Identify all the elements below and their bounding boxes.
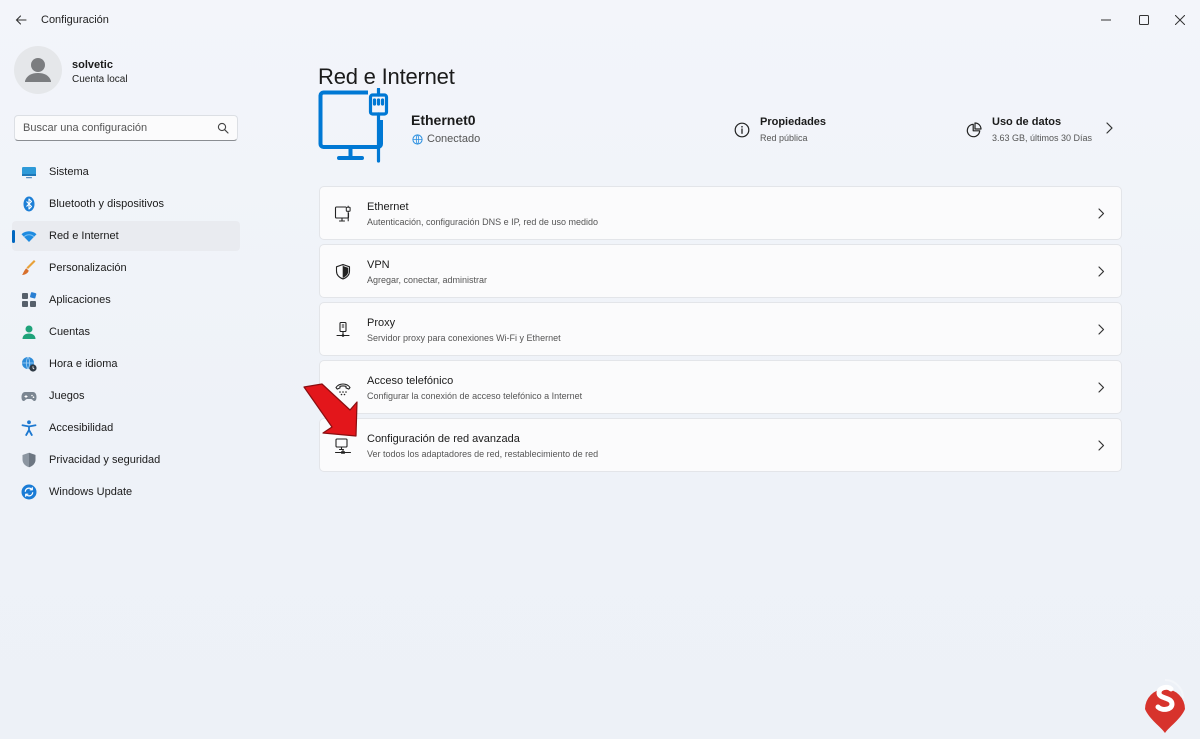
sidebar-item-label: Cuentas: [49, 326, 90, 338]
close-button[interactable]: [1160, 6, 1200, 34]
minimize-icon: [1101, 19, 1111, 21]
sidebar-item-label: Privacidad y seguridad: [49, 454, 161, 466]
chevron-right-icon: [1106, 122, 1113, 134]
sidebar-item-red-e-internet[interactable]: Red e Internet: [12, 221, 240, 251]
close-icon: [1175, 15, 1185, 25]
search-icon[interactable]: [217, 122, 229, 134]
sidebar-item-personalizacion[interactable]: Personalización: [12, 253, 240, 283]
globe-status-icon: [412, 134, 423, 145]
card-title: VPN: [367, 259, 390, 271]
person-icon: [22, 325, 36, 339]
sidebar-item-windows-update[interactable]: Windows Update: [12, 477, 240, 507]
data-usage-subtitle: 3.63 GB, últimos 30 Días: [992, 133, 1093, 143]
card-subtitle: Servidor proxy para conexiones Wi-Fi y E…: [367, 333, 561, 343]
card-title: Configuración de red avanzada: [367, 433, 520, 445]
card-vpn[interactable]: VPN Agregar, conectar, administrar: [319, 244, 1122, 298]
sidebar-item-cuentas[interactable]: Cuentas: [12, 317, 240, 347]
advanced-network-icon: [334, 438, 352, 454]
maximize-button[interactable]: [1124, 6, 1164, 34]
maximize-icon: [1139, 15, 1149, 25]
sidebar-item-label: Accesibilidad: [49, 422, 114, 434]
sidebar-item-label: Personalización: [49, 262, 127, 274]
sidebar-item-label: Hora e idioma: [49, 358, 118, 370]
sidebar-item-accesibilidad[interactable]: Accesibilidad: [12, 413, 240, 443]
search-input[interactable]: [23, 119, 213, 137]
card-subtitle: Ver todos los adaptadores de red, restab…: [367, 449, 599, 459]
chevron-right-icon: [1098, 440, 1105, 451]
accessibility-icon: [21, 420, 37, 436]
card-title: Ethernet: [367, 201, 409, 213]
card-title: Acceso telefónico: [367, 375, 454, 387]
brush-icon: [22, 260, 36, 275]
sidebar-item-bluetooth[interactable]: Bluetooth y dispositivos: [12, 189, 240, 219]
info-icon: [734, 122, 750, 138]
title-bar: Configuración: [0, 0, 1200, 40]
apps-icon: [22, 292, 37, 307]
data-usage-button[interactable]: Uso de datos 3.63 GB, últimos 30 Días: [966, 113, 1114, 153]
chevron-right-icon: [1098, 208, 1105, 219]
properties-subtitle: Red pública: [760, 133, 808, 143]
proxy-icon: [336, 321, 350, 337]
sidebar-item-juegos[interactable]: Juegos: [12, 381, 240, 411]
search-box[interactable]: [14, 115, 238, 141]
card-ethernet[interactable]: Ethernet Autenticación, configuración DN…: [319, 186, 1122, 240]
sidebar-item-label: Windows Update: [49, 486, 133, 498]
card-configuracion-red-avanzada[interactable]: Configuración de red avanzada Ver todos …: [319, 418, 1122, 472]
settings-window: Configuración solvetic Cuenta local Busc…: [0, 0, 1200, 739]
sidebar-item-label: Bluetooth y dispositivos: [49, 198, 164, 210]
sidebar-item-privacidad[interactable]: Privacidad y seguridad: [12, 445, 240, 475]
account-type: Cuenta local: [72, 74, 128, 85]
sidebar-nav: Sistema Bluetooth y dispositivos Red e I…: [12, 157, 240, 509]
card-acceso-telefonico[interactable]: Acceso telefónico Configurar la conexión…: [319, 360, 1122, 414]
pie-chart-icon: [966, 122, 982, 138]
properties-title: Propiedades: [760, 116, 827, 128]
sidebar-item-label: Juegos: [49, 390, 85, 402]
app-title: Configuración: [41, 14, 109, 26]
card-subtitle: Autenticación, configuración DNS e IP, r…: [367, 217, 598, 227]
sidebar-item-label: Red e Internet: [49, 230, 119, 242]
data-usage-title: Uso de datos: [992, 116, 1062, 128]
card-subtitle: Configurar la conexión de acceso telefón…: [367, 391, 583, 401]
globe-clock-icon: [22, 356, 37, 372]
connection-name: Ethernet0: [411, 112, 476, 128]
sidebar-item-label: Sistema: [49, 166, 89, 178]
card-title: Proxy: [367, 317, 396, 329]
back-arrow-icon: [15, 15, 27, 25]
shield-icon: [22, 452, 36, 468]
connection-status: Conectado: [427, 133, 481, 145]
sidebar-item-sistema[interactable]: Sistema: [12, 157, 240, 187]
vpn-shield-icon: [335, 263, 351, 280]
ethernet-monitor-icon: [318, 88, 389, 163]
ethernet-icon: [334, 205, 351, 222]
update-icon: [21, 484, 37, 500]
page-title: Red e Internet: [318, 63, 455, 89]
avatar[interactable]: [14, 46, 62, 94]
card-subtitle: Agregar, conectar, administrar: [367, 275, 488, 285]
red-pointer-arrow: [303, 383, 358, 437]
back-button[interactable]: [9, 8, 33, 32]
wifi-icon: [21, 231, 37, 242]
sidebar-item-label: Aplicaciones: [49, 294, 111, 306]
properties-button[interactable]: Propiedades Red pública: [734, 113, 844, 153]
settings-card-list: Ethernet Autenticación, configuración DN…: [319, 186, 1122, 476]
minimize-button[interactable]: [1086, 6, 1126, 34]
bluetooth-icon: [23, 196, 35, 212]
chevron-right-icon: [1098, 266, 1105, 277]
gamepad-icon: [21, 392, 37, 401]
sidebar-item-hora-e-idioma[interactable]: Hora e idioma: [12, 349, 240, 379]
user-avatar-icon: [25, 58, 51, 82]
sidebar-item-aplicaciones[interactable]: Aplicaciones: [12, 285, 240, 315]
monitor-icon: [22, 167, 36, 179]
solvetic-logo: [1145, 679, 1185, 733]
user-name: solvetic: [72, 59, 113, 71]
chevron-right-icon: [1098, 324, 1105, 335]
chevron-right-icon: [1098, 382, 1105, 393]
card-proxy[interactable]: Proxy Servidor proxy para conexiones Wi-…: [319, 302, 1122, 356]
